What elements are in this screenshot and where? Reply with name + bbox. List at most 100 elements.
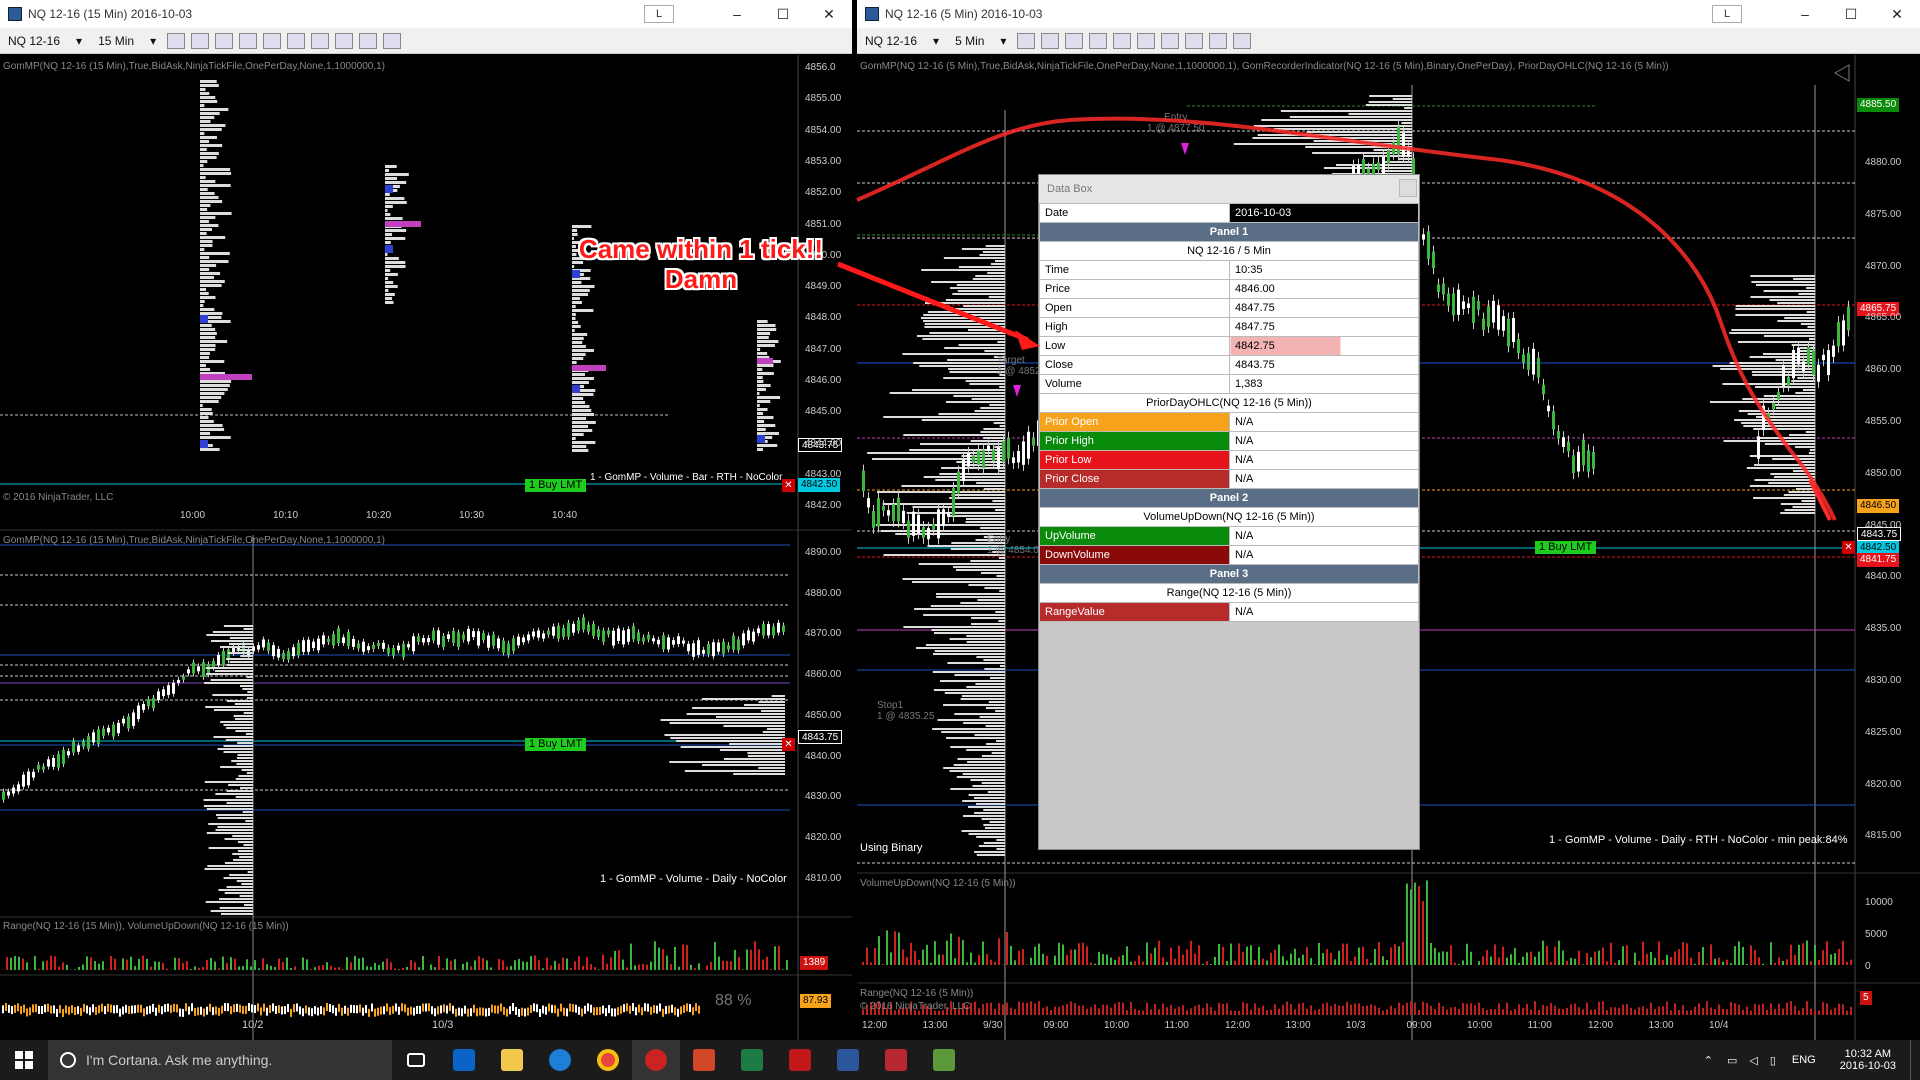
volume-profile-bar [757,320,768,323]
volume-icon[interactable]: ◁ [1749,1054,1757,1067]
chrome-icon[interactable] [584,1040,632,1080]
order-icon[interactable] [311,32,330,49]
osc-bar [386,1003,388,1012]
volume-profile-bar [1801,500,1815,502]
volume-bar [546,957,548,970]
volume-bar [1542,940,1544,965]
candle-body [277,648,280,658]
app-icon[interactable] [872,1040,920,1080]
volume-profile-bar [987,272,1005,274]
volume-profile-bar [224,892,253,894]
screenshot-icon[interactable] [1209,32,1228,49]
edge-icon[interactable] [536,1040,584,1080]
properties-icon[interactable] [1233,32,1252,49]
pencil-icon[interactable] [191,32,210,49]
cortana-search[interactable]: I'm Cortana. Ask me anything. [48,1040,392,1080]
pencil-icon[interactable] [1041,32,1060,49]
excel-icon[interactable] [728,1040,776,1080]
minimize-button[interactable]: – [1782,6,1828,22]
task-view-icon[interactable] [392,1040,440,1080]
cancel-order-icon[interactable]: ✕ [1842,541,1855,554]
range-bar [1506,1002,1508,1015]
maximize-button[interactable]: ☐ [1828,6,1874,23]
price-axis-label: 4850.00 [1865,467,1902,479]
osc-bar [152,1003,154,1012]
eraser-icon[interactable] [1089,32,1108,49]
right-titlebar[interactable]: NQ 12-16 (5 Min) 2016-10-03 L – ☐ ✕ [857,0,1920,28]
volume-bar [646,964,648,970]
cancel-order-icon[interactable]: ✕ [782,738,795,751]
chevron-down-icon[interactable]: ▾ [992,34,1014,48]
buy-limit-order-mid[interactable]: 1 Buy LMT [525,738,587,751]
left-titlebar[interactable]: NQ 12-16 (15 Min) 2016-10-03 L – ☐ ✕ [0,0,852,28]
volume-bar [1262,958,1264,965]
zoom-icon[interactable] [287,32,306,49]
chart-style-icon[interactable] [167,32,186,49]
volume-profile-bar [572,345,586,348]
outlook-icon[interactable] [440,1040,488,1080]
cursor-icon[interactable] [1113,32,1132,49]
volume-profile-bar [935,479,1005,481]
buy-limit-order[interactable]: 1 Buy LMT [525,479,587,492]
chevron-down-icon[interactable]: ▾ [925,34,947,48]
interval-selector[interactable]: 15 Min [90,34,142,48]
volume-bar [1022,948,1024,965]
cancel-order-icon[interactable]: ✕ [782,479,795,492]
eraser-icon[interactable] [239,32,258,49]
range-bar [1078,1005,1080,1015]
zoom-icon[interactable] [1137,32,1156,49]
app2-icon[interactable] [920,1040,968,1080]
close-button[interactable]: ✕ [806,6,852,23]
tws-icon[interactable] [776,1040,824,1080]
osc-bar [332,1005,334,1014]
volume-profile-bar [1768,482,1815,484]
chevron-down-icon[interactable]: ▾ [68,34,90,48]
instrument-selector[interactable]: NQ 12-16 [857,34,925,48]
data-box-icon[interactable] [1185,32,1204,49]
chart-style-icon[interactable] [1017,32,1036,49]
data-box-window[interactable]: Data Box Date 2016-10-03 Panel 1 NQ 12-16 /… [1038,174,1420,850]
word-icon[interactable] [824,1040,872,1080]
instrument-selector[interactable]: NQ 12-16 [0,34,68,48]
file-explorer-icon[interactable] [488,1040,536,1080]
battery-icon[interactable]: ▯ [1770,1054,1776,1067]
volume-profile-bar [1253,125,1412,127]
volume-profile-bar [921,269,1005,271]
clock[interactable]: 10:32 AM 2016-10-03 [1840,1048,1896,1072]
left-chart-area[interactable]: GomMP(NQ 12-16 (15 Min),True,BidAsk,Ninj… [0,55,852,1040]
close-button[interactable]: ✕ [1874,6,1920,23]
screenshot-icon[interactable] [359,32,378,49]
prior-open-tag: 4846.50 [1857,499,1900,513]
cursor-icon[interactable] [263,32,282,49]
interval-selector[interactable]: 5 Min [947,34,992,48]
volume-bar [1718,957,1720,965]
drawing-tool-icon[interactable] [215,32,234,49]
maximize-button[interactable]: ☐ [760,6,806,23]
link-button[interactable]: L [1712,5,1742,23]
network-icon[interactable]: ▭ [1727,1054,1737,1067]
buy-limit-order[interactable]: 1 Buy LMT [1535,541,1597,554]
ninjatrader-app-icon[interactable] [632,1040,680,1080]
drawing-tool-icon[interactable] [1065,32,1084,49]
volume-bar [1402,942,1404,965]
volume-profile-bar [729,743,785,745]
order-icon[interactable] [1161,32,1180,49]
link-button[interactable]: L [644,5,674,23]
volume-bar [274,967,276,970]
powerpoint-icon[interactable] [680,1040,728,1080]
properties-icon[interactable] [383,32,402,49]
show-desktop-button[interactable] [1910,1040,1920,1080]
language-indicator[interactable]: ENG [1792,1054,1816,1066]
windows-start-icon[interactable] [0,1040,48,1080]
volume-profile-bar [999,425,1005,427]
volume-profile-bar [1750,275,1815,277]
minimize-button[interactable]: – [714,6,760,22]
volume-profile-bar [974,851,1005,853]
chevron-up-icon[interactable]: ⌃ [1704,1054,1713,1067]
chevron-down-icon[interactable]: ▾ [142,34,164,48]
data-box-title[interactable]: Data Box [1039,175,1419,203]
volume-profile-bar [937,719,1005,721]
close-icon[interactable] [1399,179,1417,197]
candle-body [282,653,285,660]
data-box-icon[interactable] [335,32,354,49]
